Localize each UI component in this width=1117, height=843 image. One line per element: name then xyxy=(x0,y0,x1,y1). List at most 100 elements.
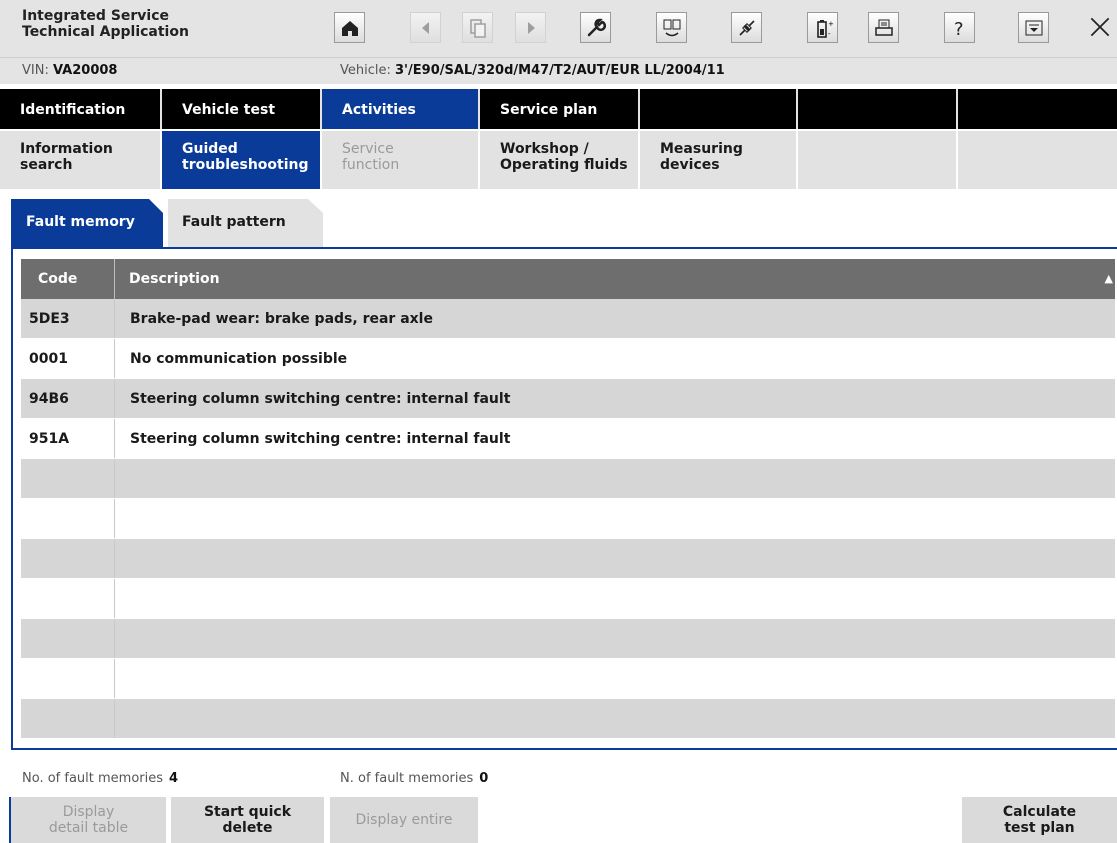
connection-icon xyxy=(738,19,755,36)
row-code: 5DE3 xyxy=(21,299,115,338)
row-code xyxy=(21,659,115,698)
row-code xyxy=(21,699,115,738)
subnav-label-line1: Guided xyxy=(182,141,238,157)
minimize-icon xyxy=(1025,20,1042,35)
row-code xyxy=(21,579,115,618)
button-label-line1: Calculate xyxy=(1002,804,1077,820)
table-row-empty xyxy=(21,459,1115,499)
display-detail-table-button[interactable]: Display detail table xyxy=(11,797,166,843)
nav-activities[interactable]: Activities xyxy=(322,89,480,129)
svg-text:+: + xyxy=(828,20,834,28)
column-header-code[interactable]: Code xyxy=(21,259,115,299)
subnav-empty-1 xyxy=(798,131,958,189)
back-button[interactable] xyxy=(410,12,441,43)
subnav-label-line2: troubleshooting xyxy=(182,157,309,173)
fault-count-label: No. of fault memories xyxy=(22,771,164,786)
button-label-line1: Start quick xyxy=(203,804,292,820)
wrench-icon xyxy=(587,18,606,36)
vehicle-label: Vehicle: xyxy=(340,63,391,78)
row-description xyxy=(115,579,1115,618)
table-row-empty xyxy=(21,699,1115,739)
table-row-empty xyxy=(21,579,1115,619)
print-icon xyxy=(874,19,893,36)
document-icon xyxy=(469,18,486,38)
table-row[interactable]: 94B6 Steering column switching centre: i… xyxy=(21,379,1115,419)
subnav-guided-troubleshooting[interactable]: Guided troubleshooting xyxy=(162,131,322,189)
nav-service-plan[interactable]: Service plan xyxy=(480,89,640,129)
minimize-button[interactable] xyxy=(1018,12,1049,43)
row-code: 94B6 xyxy=(21,379,115,418)
fault-count2-label: N. of fault memories xyxy=(340,771,474,786)
display-entire-button[interactable]: Display entire xyxy=(330,797,478,843)
subnav-service-function[interactable]: Service function xyxy=(322,131,480,189)
table-row[interactable]: 951A Steering column switching centre: i… xyxy=(21,419,1115,459)
forward-button[interactable] xyxy=(515,12,546,43)
tab-fault-pattern[interactable]: Fault pattern xyxy=(168,199,323,247)
subnav-workshop-fluids[interactable]: Workshop / Operating fluids xyxy=(480,131,640,189)
table-row[interactable]: 0001 No communication possible xyxy=(21,339,1115,379)
subnav-information-search[interactable]: Information search xyxy=(0,131,162,189)
svg-text:?: ? xyxy=(954,19,964,39)
subnav-label-line1: Information xyxy=(20,141,113,157)
vin-display: VIN: VA20008 xyxy=(22,63,117,78)
button-label-line2: detail table xyxy=(48,820,129,836)
connection-button[interactable] xyxy=(731,12,762,43)
fault-count2-value: 0 xyxy=(479,771,489,786)
home-icon xyxy=(341,20,358,36)
transfer-button[interactable] xyxy=(656,12,687,43)
subnav-measuring-devices[interactable]: Measuring devices xyxy=(640,131,798,189)
main-nav: Identification Vehicle test Activities S… xyxy=(0,89,1117,129)
vehicle-info-bar: VIN: VA20008 Vehicle: 3'/E90/SAL/320d/M4… xyxy=(0,58,1117,84)
fault-memory-count: No. of fault memories 4 xyxy=(22,771,178,786)
subnav-label-line1: Workshop / xyxy=(500,141,589,157)
home-button[interactable] xyxy=(334,12,365,43)
vehicle-value: 3'/E90/SAL/320d/M47/T2/AUT/EUR LL/2004/1… xyxy=(395,63,725,78)
row-description: No communication possible xyxy=(130,351,348,367)
table-row[interactable]: 5DE3 Brake-pad wear: brake pads, rear ax… xyxy=(21,299,1115,339)
row-code: 951A xyxy=(21,419,115,458)
help-icon: ? xyxy=(954,19,964,39)
nav-vehicle-test[interactable]: Vehicle test xyxy=(162,89,322,129)
start-quick-delete-button[interactable]: Start quick delete xyxy=(171,797,324,843)
tab-fault-memory[interactable]: Fault memory xyxy=(11,199,163,247)
app-title-line2: Technical Application xyxy=(22,24,189,40)
calculate-test-plan-button[interactable]: Calculate test plan xyxy=(962,797,1117,843)
row-description xyxy=(115,539,1115,578)
vin-label: VIN: xyxy=(22,63,49,78)
row-description: Brake-pad wear: brake pads, rear axle xyxy=(130,311,433,327)
button-label-line2: test plan xyxy=(1004,820,1075,836)
nav-empty-3 xyxy=(958,89,1117,129)
workshop-button[interactable] xyxy=(580,12,611,43)
row-code xyxy=(21,499,115,538)
help-button[interactable]: ? xyxy=(944,12,975,43)
sort-ascending-icon[interactable]: ▲ xyxy=(1105,272,1113,285)
battery-button[interactable]: + - xyxy=(807,12,838,43)
row-code: 0001 xyxy=(21,339,115,378)
row-code xyxy=(21,459,115,498)
nav-empty-2 xyxy=(798,89,958,129)
subnav-label-line1: Service xyxy=(342,141,394,157)
print-button[interactable] xyxy=(868,12,899,43)
nav-identification[interactable]: Identification xyxy=(0,89,162,129)
subnav-label-line2: devices xyxy=(660,157,720,173)
table-row-empty xyxy=(21,499,1115,539)
fault-memory-panel: Code Description ▲ 5DE3 Brake-pad wear: … xyxy=(11,247,1117,750)
button-label-line2: delete xyxy=(222,820,273,836)
vin-value: VA20008 xyxy=(52,63,118,78)
title-bar: Integrated Service Technical Application… xyxy=(0,0,1117,58)
document-button[interactable] xyxy=(462,12,493,43)
button-label-line1: Display xyxy=(62,804,115,820)
table-row-empty xyxy=(21,539,1115,579)
back-icon xyxy=(421,21,429,34)
row-description xyxy=(115,659,1115,698)
row-description xyxy=(115,619,1115,658)
row-code xyxy=(21,619,115,658)
transfer-icon xyxy=(663,19,680,36)
vehicle-display: Vehicle: 3'/E90/SAL/320d/M47/T2/AUT/EUR … xyxy=(340,63,725,78)
subnav-label-line1: Measuring xyxy=(660,141,743,157)
subnav-label-line2: function xyxy=(342,157,400,173)
column-header-description[interactable]: Description xyxy=(115,259,1115,299)
close-button[interactable] xyxy=(1083,10,1117,44)
fault-memory-count-secondary: N. of fault memories 0 xyxy=(340,771,488,786)
subnav-label-line2: search xyxy=(20,157,73,173)
